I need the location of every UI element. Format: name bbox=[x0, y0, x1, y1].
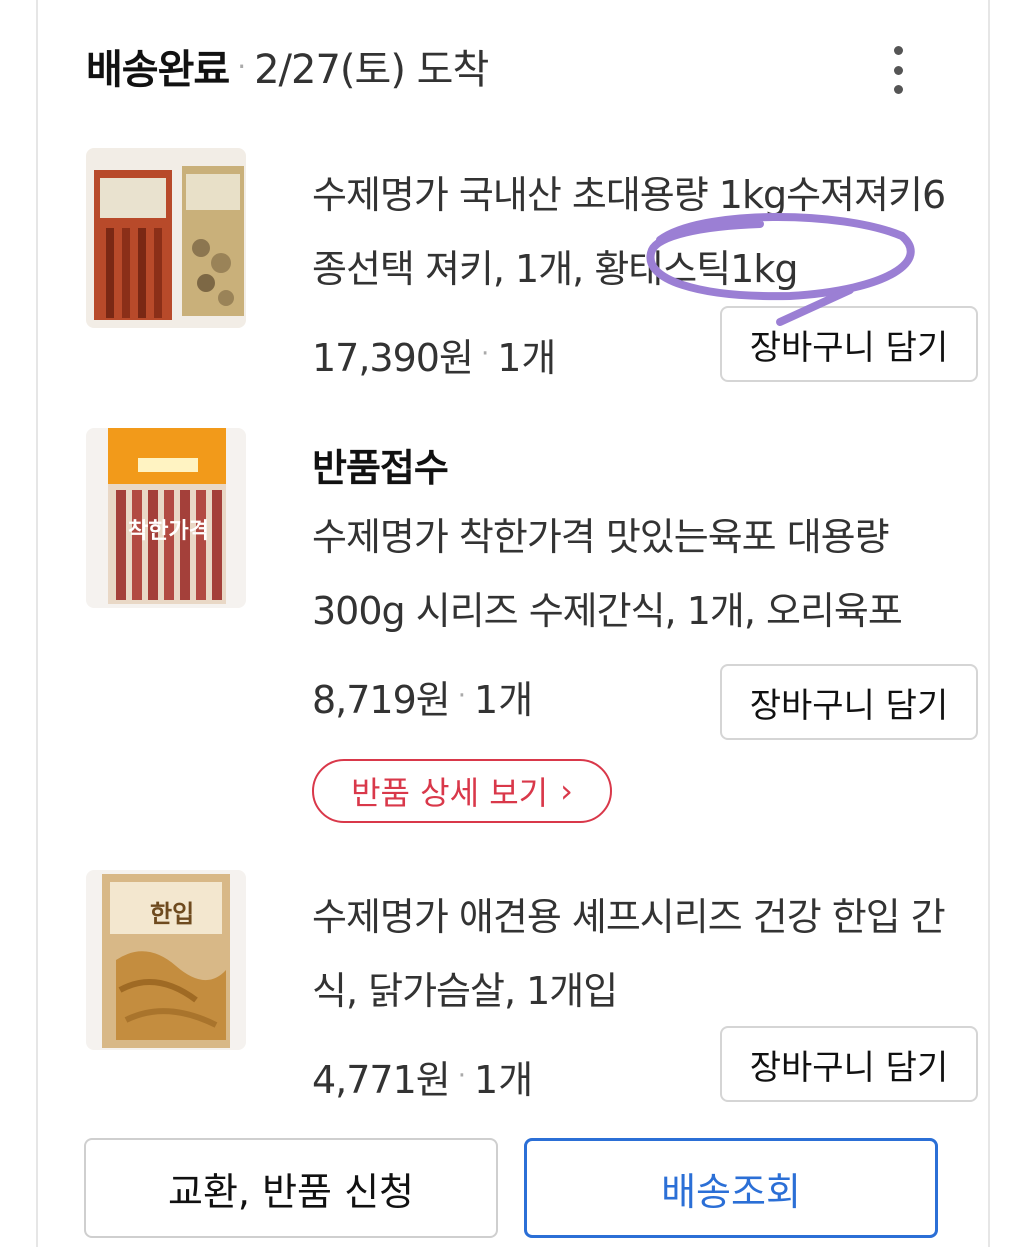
jerky-package-image bbox=[86, 148, 246, 328]
jerky-package-image: 착한가격 bbox=[86, 428, 246, 608]
track-delivery-button[interactable]: 배송조회 bbox=[524, 1138, 938, 1238]
product-price: 8,719원 bbox=[312, 677, 451, 722]
order-item-2: 착한가격 반품접수 수제명가 착한가격 맛있는육포 대용량 300g 시리즈 수… bbox=[86, 428, 978, 758]
treat-package-image: 한입 bbox=[86, 870, 246, 1050]
return-status: 반품접수 bbox=[312, 446, 449, 490]
separator-dot: · bbox=[480, 339, 490, 369]
more-options-icon[interactable] bbox=[888, 46, 908, 94]
product-price: 17,390원 bbox=[312, 335, 474, 380]
product-thumbnail[interactable] bbox=[86, 148, 246, 328]
order-item-1: 수제명가 국내산 초대용량 1kg수져져키6종선택 져키, 1개, 황태스틱1k… bbox=[86, 148, 978, 388]
product-title[interactable]: 수제명가 애견용 셰프시리즈 건강 한입 간식, 닭가슴살, 1개입 bbox=[312, 880, 952, 1028]
product-quantity: 1개 bbox=[497, 335, 557, 380]
order-actions: 교환, 반품 신청 배송조회 bbox=[84, 1138, 940, 1242]
thumb-label: 한입 bbox=[150, 900, 194, 928]
product-quantity: 1개 bbox=[474, 677, 534, 722]
product-thumbnail[interactable]: 한입 bbox=[86, 870, 246, 1050]
order-item-3: 한입 수제명가 애견용 셰프시리즈 건강 한입 간식, 닭가슴살, 1개입 4,… bbox=[86, 870, 978, 1110]
add-to-cart-button[interactable]: 장바구니 담기 bbox=[720, 306, 978, 382]
separator-dot: · bbox=[237, 49, 247, 83]
product-price: 4,771원 bbox=[312, 1057, 451, 1102]
separator-dot: · bbox=[457, 681, 467, 711]
delivery-status: 배송완료 bbox=[86, 47, 230, 93]
order-card: 배송완료 · 2/27(토) 도착 수제명가 국내산 초대용량 1kg수져져키6… bbox=[36, 0, 990, 1247]
product-quantity: 1개 bbox=[474, 1057, 534, 1102]
exchange-return-button[interactable]: 교환, 반품 신청 bbox=[84, 1138, 498, 1238]
product-thumbnail[interactable]: 착한가격 bbox=[86, 428, 246, 608]
thumb-label: 착한가격 bbox=[128, 519, 209, 544]
chevron-right-icon: › bbox=[560, 772, 573, 810]
return-detail-label: 반품 상세 보기 bbox=[351, 774, 549, 812]
add-to-cart-button[interactable]: 장바구니 담기 bbox=[720, 1026, 978, 1102]
return-detail-button[interactable]: 반품 상세 보기 › bbox=[312, 759, 612, 823]
product-title[interactable]: 수제명가 국내산 초대용량 1kg수져져키6종선택 져키, 1개, 황태스틱1k… bbox=[312, 158, 952, 306]
separator-dot: · bbox=[457, 1061, 467, 1091]
add-to-cart-button[interactable]: 장바구니 담기 bbox=[720, 664, 978, 740]
order-header: 배송완료 · 2/27(토) 도착 bbox=[86, 34, 489, 98]
arrival-date: 2/27(토) 도착 bbox=[254, 47, 489, 93]
product-title[interactable]: 수제명가 착한가격 맛있는육포 대용량 300g 시리즈 수제간식, 1개, 오… bbox=[312, 500, 952, 648]
